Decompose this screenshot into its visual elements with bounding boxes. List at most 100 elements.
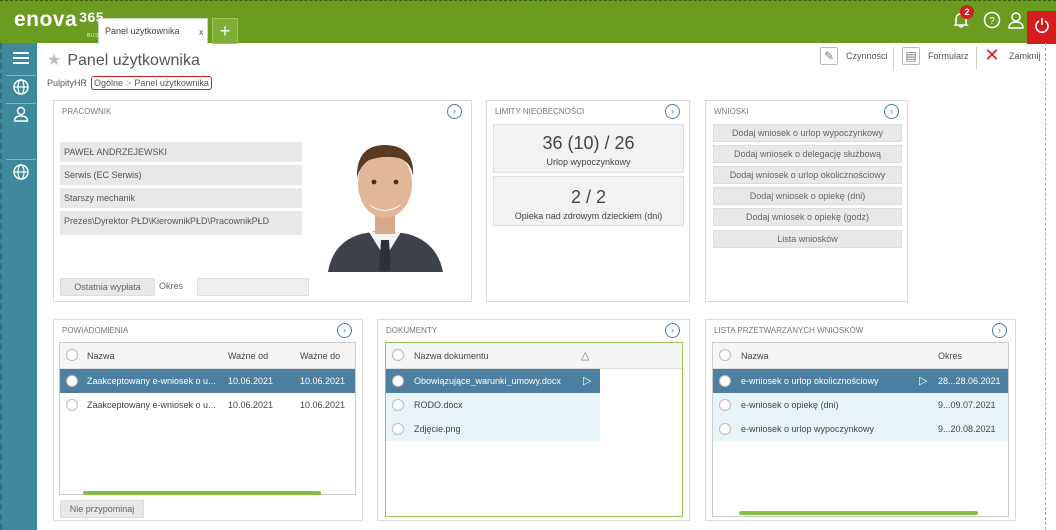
row-radio[interactable] — [66, 375, 78, 387]
sort-triangle-icon[interactable]: △ — [581, 349, 589, 362]
breadcrumb-pulpityhr[interactable]: PulpityHR — [47, 78, 87, 88]
table-row[interactable]: Zaakceptowany e-wniosek o u... 10.06.202… — [60, 369, 355, 393]
cell-nazwa: e-wniosek o urlop okolicznościowy — [741, 376, 879, 386]
table-header: Nazwa Okres — [713, 343, 1008, 369]
globe-icon[interactable] — [11, 79, 31, 99]
card-title: LIMITY NIEOBECNOŚCI — [495, 107, 585, 116]
zamknij-button[interactable]: ✕ Zamknij — [983, 45, 1040, 69]
cell-nazwa: Zaakceptowany e-wniosek o u... — [87, 400, 216, 410]
row-radio[interactable] — [392, 423, 404, 435]
limit-opieka: 2 / 2 Opieka nad zdrowym dzieckiem (dni) — [493, 176, 684, 226]
add-urlop-okolicznosciowy-button[interactable]: Dodaj wniosek o urlop okolicznościowy — [713, 166, 902, 184]
arrow-right-icon[interactable]: › — [665, 323, 680, 338]
enova-logo[interactable]: enova365 BUSINESS — [14, 8, 116, 39]
user-icon[interactable] — [1005, 11, 1027, 33]
limit-urlop-wypoczynkowy: 36 (10) / 26 Urlop wypoczynkowy — [493, 124, 684, 173]
table-row[interactable]: Zdjęcie.png — [386, 417, 600, 441]
notification-count-badge: 2 — [960, 5, 974, 19]
cell-wazne-do: 10.06.2021 — [300, 400, 346, 410]
row-radio[interactable] — [719, 375, 731, 387]
column-nazwa[interactable]: Nazwa — [87, 351, 115, 361]
dokumenty-table: Nazwa dokumentu △ Obowiązujące_warunki_u… — [385, 342, 683, 517]
table-row[interactable]: e-wniosek o urlop wypoczynkowy 9...20.08… — [713, 417, 1008, 441]
arrow-right-icon[interactable]: › — [884, 104, 899, 119]
top-bar: enova365 BUSINESS Panel użytkownika x + … — [0, 0, 1056, 44]
breadcrumb-highlight: Ogólne > Panel użytkownika — [91, 76, 212, 90]
form-icon: ▤ — [902, 47, 920, 65]
menu-icon[interactable] — [11, 51, 31, 71]
add-opieka-dni-button[interactable]: Dodaj wniosek o opiekę (dni) — [713, 187, 902, 205]
add-tab-button[interactable]: + — [212, 18, 238, 44]
cell-okres: 28...28.06.2021 — [938, 376, 1001, 386]
lista-wnioskow-button[interactable]: Lista wniosków — [713, 230, 902, 248]
arrow-right-icon[interactable]: › — [447, 104, 462, 119]
play-icon[interactable]: ▷ — [919, 374, 927, 387]
employee-photo — [313, 130, 456, 272]
column-wazne-do[interactable]: Ważne do — [300, 351, 340, 361]
arrow-right-icon[interactable]: › — [337, 323, 352, 338]
column-nazwa-dokumentu[interactable]: Nazwa dokumentu — [414, 351, 489, 361]
nie-przypominaj-button[interactable]: Nie przypominaj — [60, 500, 144, 518]
table-row[interactable]: e-wniosek o opiekę (dni) 9...09.07.2021 — [713, 393, 1008, 417]
table-row[interactable]: RODO.docx — [386, 393, 600, 417]
table-header: Nazwa Ważne od Ważne do — [60, 343, 355, 369]
breadcrumb: PulpityHR Ogólne > Panel użytkownika — [47, 76, 212, 90]
help-icon[interactable]: ? — [981, 11, 1003, 33]
close-icon: ✕ — [984, 45, 1000, 65]
select-all-radio[interactable] — [392, 349, 404, 361]
play-icon[interactable]: ▷ — [583, 374, 591, 387]
select-all-radio[interactable] — [719, 349, 731, 361]
employee-name: PAWEŁ ANDRZEJEWSKI — [60, 142, 302, 162]
horizontal-scrollbar[interactable] — [739, 511, 978, 515]
table-row[interactable]: Zaakceptowany e-wniosek o u... 10.06.202… — [60, 393, 355, 417]
horizontal-scrollbar[interactable] — [83, 491, 321, 495]
select-all-radio[interactable] — [66, 349, 78, 361]
row-radio[interactable] — [719, 399, 731, 411]
user-icon[interactable] — [11, 106, 31, 126]
formularz-button[interactable]: ▤ Formularz — [902, 47, 969, 69]
row-radio[interactable] — [66, 399, 78, 411]
lista-wnioskow-table: Nazwa Okres e-wniosek o urlop okolicznoś… — [712, 342, 1009, 517]
notifications-button[interactable]: 2 — [950, 5, 974, 33]
cell-nazwa: e-wniosek o urlop wypoczynkowy — [741, 424, 875, 434]
okres-field[interactable] — [197, 278, 309, 296]
table-header: Nazwa dokumentu △ — [386, 343, 682, 369]
add-urlop-wypoczynkowy-button[interactable]: Dodaj wniosek o urlop wypoczynkowy — [713, 124, 902, 142]
limit-label: Urlop wypoczynkowy — [546, 157, 631, 167]
tab-close-button[interactable]: x — [199, 27, 204, 37]
cell-document-name: RODO.docx — [414, 400, 463, 410]
card-title: LISTA PRZETWARZANYCH WNIOSKÓW — [714, 326, 864, 335]
card-title: DOKUMENTY — [386, 326, 438, 335]
table-row[interactable]: Obowiązujące_warunki_umowy.docx ▷ — [386, 369, 600, 393]
logout-power-button[interactable] — [1027, 11, 1056, 44]
column-okres[interactable]: Okres — [938, 351, 962, 361]
svg-text:?: ? — [989, 16, 995, 27]
tab-ostatnia-wyplata[interactable]: Ostatnia wypłata — [60, 278, 155, 296]
add-opieka-godz-button[interactable]: Dodaj wniosek o opiekę (godz) — [713, 208, 902, 226]
tab-okres[interactable]: Okres — [155, 278, 197, 296]
breadcrumb-ogolne[interactable]: Ogólne — [94, 78, 123, 88]
arrow-right-icon[interactable]: › — [665, 104, 680, 119]
favorite-star-icon[interactable]: ★ — [47, 52, 61, 69]
row-radio[interactable] — [719, 423, 731, 435]
table-row[interactable]: e-wniosek o urlop okolicznościowy ▷ 28..… — [713, 369, 1008, 393]
czynnosci-button[interactable]: ✎ Czynności — [820, 47, 888, 69]
wrench-icon: ✎ — [820, 47, 838, 65]
add-delegacja-button[interactable]: Dodaj wniosek o delegację służbową — [713, 145, 902, 163]
employee-hierarchy: Prezes\Dyrektor PŁD\KierownikPŁD\Pracown… — [60, 211, 302, 235]
cell-okres: 9...09.07.2021 — [938, 400, 996, 410]
column-wazne-od[interactable]: Ważne od — [228, 351, 268, 361]
powiadomienia-table: Nazwa Ważne od Ważne do Zaakceptowany e-… — [59, 342, 356, 495]
row-radio[interactable] — [392, 375, 404, 387]
row-radio[interactable] — [392, 399, 404, 411]
arrow-right-icon[interactable]: › — [992, 323, 1007, 338]
tab-panel-uzytkownika[interactable]: Panel użytkownika x — [98, 18, 208, 44]
cell-document-name: Zdjęcie.png — [414, 424, 461, 434]
cell-nazwa: e-wniosek o opiekę (dni) — [741, 400, 839, 410]
breadcrumb-panel-uzytkownika[interactable]: Panel użytkownika — [134, 78, 209, 88]
cell-wazne-od: 10.06.2021 — [228, 376, 274, 386]
left-sidebar — [0, 43, 37, 530]
column-nazwa[interactable]: Nazwa — [741, 351, 769, 361]
tab-label: Panel użytkownika — [105, 26, 180, 36]
globe-icon[interactable] — [11, 164, 31, 184]
